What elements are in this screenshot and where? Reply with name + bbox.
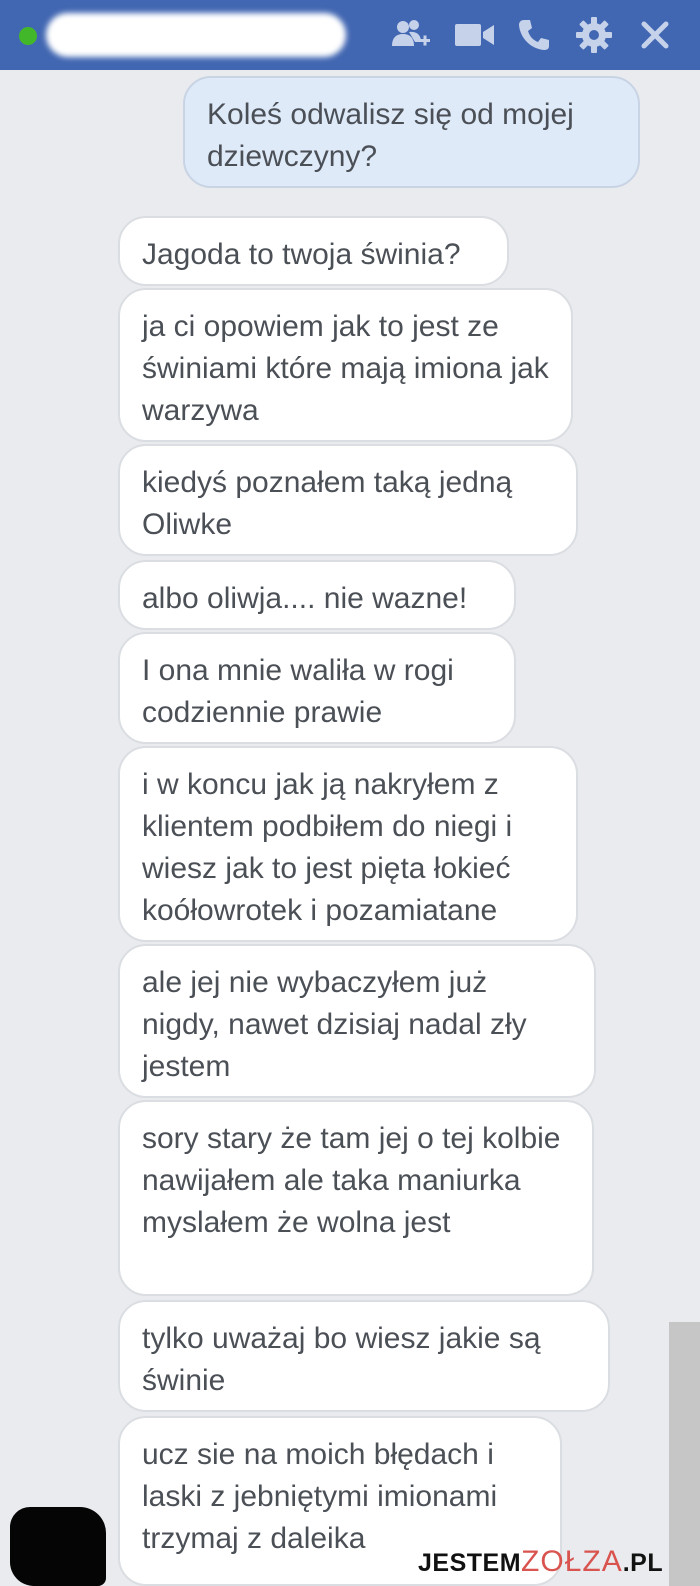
message-bubble-incoming: Jagoda to twoja świnia? xyxy=(118,216,509,286)
phone-icon[interactable] xyxy=(513,14,555,56)
message-thread[interactable]: Koleś odwalisz się od mojej dziewczyny? … xyxy=(0,70,700,1586)
scrollbar-thumb[interactable] xyxy=(669,1322,700,1586)
message-bubble-incoming: albo oliwja.... nie wazne! xyxy=(118,560,516,630)
video-call-icon[interactable] xyxy=(454,14,496,56)
add-people-icon[interactable] xyxy=(390,14,432,56)
message-bubble-incoming: kiedyś poznałem taką jedną Oliwke xyxy=(118,444,578,556)
online-status-dot xyxy=(19,27,37,45)
watermark-suffix: .PL xyxy=(622,1549,664,1577)
message-bubble-incoming: I ona mnie waliła w rogi codziennie praw… xyxy=(118,632,516,744)
watermark: JESTEMZOŁZA.PL xyxy=(418,1545,664,1578)
message-bubble-incoming: ja ci opowiem jak to jest ze świniami kt… xyxy=(118,288,573,442)
avatar[interactable] xyxy=(10,1507,106,1586)
message-bubble-incoming: sory stary że tam jej o tej kolbie nawij… xyxy=(118,1100,594,1296)
watermark-logo: ZOŁZA xyxy=(521,1545,623,1578)
gear-icon[interactable] xyxy=(573,14,615,56)
contact-name-redacted[interactable] xyxy=(46,13,346,57)
message-bubble-incoming: i w koncu jak ją nakryłem z klientem pod… xyxy=(118,746,578,942)
close-icon[interactable] xyxy=(634,14,676,56)
message-bubble-incoming: tylko uważaj bo wiesz jakie są świnie xyxy=(118,1300,610,1412)
message-bubble-incoming: ale jej nie wybaczyłem już nigdy, nawet … xyxy=(118,944,596,1098)
message-bubble-outgoing: Koleś odwalisz się od mojej dziewczyny? xyxy=(183,76,640,188)
chat-header xyxy=(0,0,700,70)
watermark-prefix: JESTEM xyxy=(418,1549,522,1577)
